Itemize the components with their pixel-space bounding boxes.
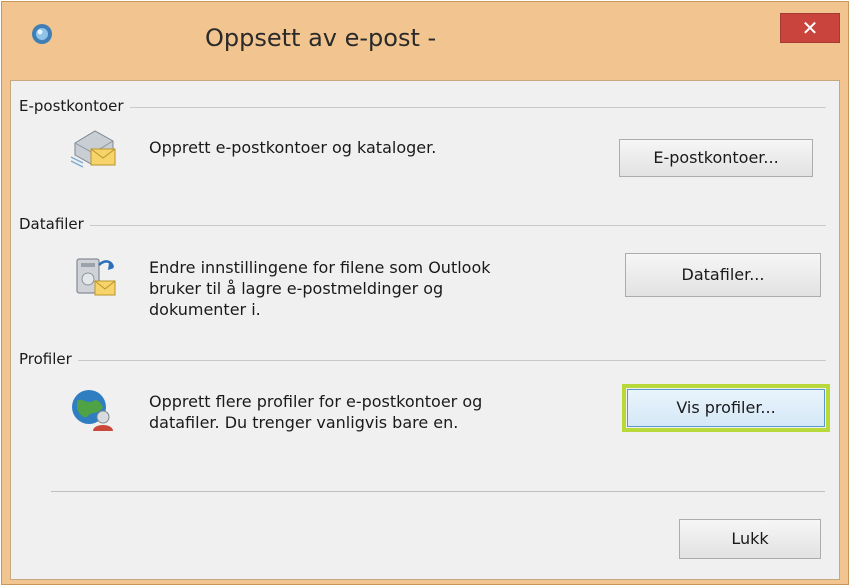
group-label-accounts: E-postkontoer — [19, 97, 130, 115]
profiles-description: Opprett flere profiler for e-postkontoer… — [149, 391, 482, 433]
accounts-description: Opprett e-postkontoer og kataloger. — [149, 138, 437, 157]
group-label-datafiles: Datafiler — [19, 215, 90, 233]
window-title: Oppsett av e-post - — [205, 24, 437, 52]
group-divider — [19, 225, 826, 226]
group-divider — [19, 360, 826, 361]
profiles-globe-icon — [72, 390, 113, 431]
profiles-description-line: datafiler. Du trenger vanligvis bare en. — [149, 413, 459, 432]
mail-setup-window: Oppsett av e-post - ✕ E-postkontoer Oppr… — [1, 1, 849, 585]
group-divider — [19, 107, 826, 108]
datafiles-description-line: Endre innstillingene for filene som Outl… — [149, 258, 491, 277]
email-accounts-button[interactable]: E-postkontoer... — [619, 139, 813, 177]
datafiles-button[interactable]: Datafiler... — [625, 253, 821, 297]
group-label-profiles: Profiler — [19, 350, 78, 368]
datafiles-description: Endre innstillingene for filene som Outl… — [149, 257, 491, 320]
profiles-description-line: Opprett flere profiler for e-postkontoer… — [149, 392, 483, 411]
dialog-body: E-postkontoer Opprett e-postkontoer og k… — [10, 80, 840, 580]
show-profiles-button[interactable]: Vis profiler... — [622, 384, 830, 432]
title-bar[interactable]: Oppsett av e-post - ✕ — [2, 2, 848, 80]
close-window-button[interactable]: ✕ — [780, 13, 840, 43]
data-files-icon — [76, 258, 116, 296]
datafiles-description-line: dokumenter i. — [149, 300, 261, 319]
outlook-app-icon — [32, 24, 52, 44]
mail-account-icon — [70, 130, 116, 168]
datafiles-description-line: bruker til å lagre e-postmeldinger og — [149, 279, 444, 298]
close-button[interactable]: Lukk — [679, 519, 821, 559]
footer-separator — [51, 491, 825, 492]
